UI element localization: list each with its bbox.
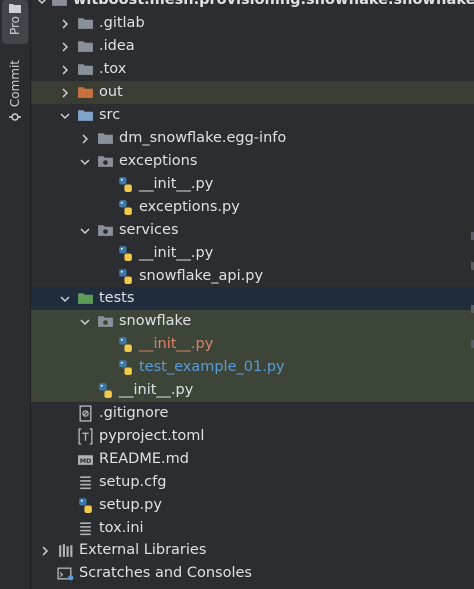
package-folder-icon (97, 153, 114, 170)
tree-row-external-libraries[interactable]: External Libraries (31, 539, 474, 562)
tree-row-tests[interactable]: tests (31, 287, 474, 310)
tox-dir-label: .tox (99, 61, 127, 77)
source-folder-icon (77, 107, 94, 124)
tree-row-gitignore[interactable]: .gitignore (31, 402, 474, 425)
tree-row-tox-ini[interactable]: tox.ini (31, 517, 474, 540)
excluded-folder-icon (77, 84, 94, 101)
pyproject-label: pyproject.toml (99, 428, 205, 444)
setup-py-label: setup.py (99, 497, 162, 513)
exceptions-init-label: __init__.py (139, 176, 214, 192)
package-folder-icon (97, 313, 114, 330)
tree-row-services[interactable]: services (31, 219, 474, 242)
chevron-down-icon[interactable] (77, 154, 93, 170)
svg-text:MD: MD (80, 457, 92, 465)
commit-icon (9, 111, 21, 126)
src-label: src (99, 107, 121, 123)
python-file-icon (117, 336, 134, 353)
tree-row-setup-cfg[interactable]: setup.cfg (31, 471, 474, 494)
tree-row-snowflake-api[interactable]: snowflake_api.py (31, 265, 474, 288)
tree-row-egg-info[interactable]: dm_snowflake.egg-info (31, 127, 474, 150)
commit-tool-tab[interactable]: Commit (2, 60, 28, 130)
folder-icon (77, 61, 94, 78)
tree-row-setup-py[interactable]: setup.py (31, 494, 474, 517)
chevron-down-icon[interactable] (37, 0, 47, 9)
test-folder-icon (77, 290, 94, 307)
config-file-icon (77, 520, 94, 537)
out-label: out (99, 84, 123, 100)
tree-row-tests-init[interactable]: __init__.py (31, 379, 474, 402)
tree-row-scratches[interactable]: Scratches and Consoles (31, 562, 474, 585)
chevron-right-icon[interactable] (77, 131, 93, 147)
library-icon (57, 542, 74, 559)
project-tab-label: Pro (8, 16, 22, 36)
scratches-label: Scratches and Consoles (79, 565, 252, 581)
tree-row-gitlab[interactable]: .gitlab (31, 12, 474, 35)
chevron-right-icon[interactable] (57, 62, 73, 78)
python-file-icon (117, 245, 134, 262)
gitlab-label: .gitlab (99, 15, 145, 31)
tree-row-root[interactable]: witboost.mesh.provisioning.snowflake.sno… (31, 0, 474, 12)
exceptions-dir-label: exceptions (119, 153, 198, 169)
tests-init-label: __init__.py (119, 382, 194, 398)
chevron-down-icon[interactable] (77, 223, 93, 239)
tree-row-exceptions-py[interactable]: exceptions.py (31, 196, 474, 219)
folder-icon (77, 38, 94, 55)
tree-row-src[interactable]: src (31, 104, 474, 127)
tree-row-out[interactable]: out (31, 81, 474, 104)
markdown-file-icon: MD (77, 451, 94, 468)
chevron-down-icon[interactable] (57, 108, 73, 124)
chevron-down-icon[interactable] (57, 291, 73, 307)
chevron-right-icon[interactable] (57, 16, 73, 32)
package-folder-icon (97, 222, 114, 239)
tree-row-snowflake-pkg[interactable]: snowflake (31, 310, 474, 333)
folder-icon (51, 0, 68, 9)
project-tree[interactable]: witboost.mesh.provisioning.snowflake.sno… (31, 0, 474, 589)
python-file-icon (117, 268, 134, 285)
tree-row-tox-dir[interactable]: .tox (31, 58, 474, 81)
folder-icon (77, 15, 94, 32)
tool-window-strip: Pro Commit (0, 0, 31, 589)
idea-label: .idea (99, 38, 135, 54)
test-example-label: test_example_01.py (139, 359, 285, 375)
python-file-icon (77, 497, 94, 514)
python-file-icon (97, 382, 114, 399)
chevron-right-icon[interactable] (57, 85, 73, 101)
exceptions-py-label: exceptions.py (139, 199, 240, 215)
python-file-icon (117, 199, 134, 216)
folder-icon (9, 2, 21, 16)
snowflake-dir-label: snowflake (119, 313, 192, 329)
snowflake-api-label: snowflake_api.py (139, 268, 264, 284)
ignore-file-icon (77, 405, 94, 422)
tree-row-readme[interactable]: MD README.md (31, 448, 474, 471)
tree-row-snowflake-init[interactable]: __init__.py (31, 333, 474, 356)
tests-label: tests (99, 290, 135, 306)
commit-tab-label: Commit (8, 60, 22, 108)
root-folder-label: witboost.mesh.provisioning.snowflake.sno… (73, 0, 474, 8)
services-init-label: __init__.py (139, 245, 214, 261)
setup-cfg-label: setup.cfg (99, 474, 167, 490)
tree-row-services-init[interactable]: __init__.py (31, 242, 474, 265)
chevron-down-icon[interactable] (77, 314, 93, 330)
config-file-icon (77, 474, 94, 491)
folder-icon (97, 130, 114, 147)
external-libraries-label: External Libraries (79, 542, 207, 558)
scratches-icon (57, 565, 74, 582)
tree-row-test-example[interactable]: test_example_01.py (31, 356, 474, 379)
tox-ini-label: tox.ini (99, 520, 144, 536)
tree-row-exceptions[interactable]: exceptions (31, 150, 474, 173)
snowflake-init-label: __init__.py (139, 336, 214, 352)
gitignore-label: .gitignore (99, 405, 169, 421)
chevron-right-icon[interactable] (37, 543, 53, 559)
services-dir-label: services (119, 222, 179, 238)
egg-info-label: dm_snowflake.egg-info (119, 130, 287, 146)
python-file-icon (117, 359, 134, 376)
chevron-right-icon[interactable] (57, 39, 73, 55)
tree-row-exceptions-init[interactable]: __init__.py (31, 173, 474, 196)
readme-label: README.md (99, 451, 189, 467)
tree-row-pyproject[interactable]: pyproject.toml (31, 425, 474, 448)
project-tool-tab[interactable]: Pro (2, 0, 28, 44)
tree-row-idea[interactable]: .idea (31, 35, 474, 58)
toml-file-icon (77, 428, 94, 445)
python-file-icon (117, 176, 134, 193)
